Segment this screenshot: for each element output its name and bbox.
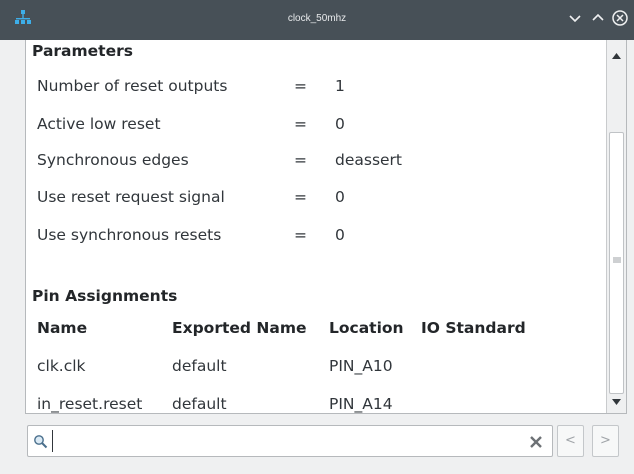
clear-icon[interactable] bbox=[529, 435, 543, 449]
grip-icon bbox=[613, 257, 621, 263]
parameter-name: Use reset request signal bbox=[37, 188, 225, 206]
report-content: Parameters Number of reset outputs = 1 A… bbox=[26, 40, 606, 413]
scrollbar-thumb[interactable] bbox=[609, 132, 624, 394]
previous-match-button[interactable]: < bbox=[557, 425, 584, 457]
column-header-name: Name bbox=[37, 319, 88, 337]
column-header-io-standard: IO Standard bbox=[421, 319, 526, 337]
vertical-scrollbar[interactable] bbox=[606, 40, 626, 413]
parameter-equals: = bbox=[294, 226, 307, 244]
parameter-value: 0 bbox=[335, 226, 345, 244]
parameter-value: deassert bbox=[335, 151, 403, 169]
parameter-value: 1 bbox=[335, 77, 345, 95]
parameter-name: Synchronous edges bbox=[37, 151, 189, 169]
column-header-location: Location bbox=[329, 319, 404, 337]
pin-exported-name: default bbox=[172, 357, 227, 375]
title-bar[interactable]: clock_50mhz bbox=[0, 0, 634, 40]
minimize-chevron-icon[interactable] bbox=[567, 10, 583, 26]
close-icon[interactable] bbox=[612, 10, 628, 26]
pin-name: in_reset.reset bbox=[37, 395, 143, 413]
scroll-down-arrow-icon[interactable] bbox=[609, 394, 624, 410]
pin-name: clk.clk bbox=[37, 357, 86, 375]
pin-exported-name: default bbox=[172, 395, 227, 413]
parameters-heading: Parameters bbox=[32, 42, 133, 60]
search-icon bbox=[34, 435, 48, 449]
parameter-equals: = bbox=[294, 115, 307, 133]
parameter-row: Use reset request signal = 0 bbox=[26, 188, 606, 218]
parameter-value: 0 bbox=[335, 115, 345, 133]
pin-location: PIN_A10 bbox=[329, 357, 393, 375]
search-field[interactable] bbox=[27, 425, 553, 457]
scroll-up-arrow-icon[interactable] bbox=[609, 48, 624, 64]
report-view[interactable]: Parameters Number of reset outputs = 1 A… bbox=[25, 40, 627, 414]
parameter-equals: = bbox=[294, 77, 307, 95]
pin-assignments-heading: Pin Assignments bbox=[32, 287, 178, 305]
parameter-name: Use synchronous resets bbox=[37, 226, 222, 244]
parameter-row: Number of reset outputs = 1 bbox=[26, 77, 606, 107]
parameter-row: Synchronous edges = deassert bbox=[26, 151, 606, 181]
parameter-name: Number of reset outputs bbox=[37, 77, 228, 95]
parameter-equals: = bbox=[294, 188, 307, 206]
window-title: clock_50mhz bbox=[287, 13, 347, 24]
pin-location: PIN_A14 bbox=[329, 395, 393, 413]
search-input[interactable] bbox=[52, 430, 522, 452]
parameter-row: Use synchronous resets = 0 bbox=[26, 226, 606, 256]
parameter-name: Active low reset bbox=[37, 115, 161, 133]
parameter-value: 0 bbox=[335, 188, 345, 206]
parameter-equals: = bbox=[294, 151, 307, 169]
next-match-button[interactable]: > bbox=[592, 425, 619, 457]
column-header-exported-name: Exported Name bbox=[172, 319, 307, 337]
maximize-chevron-icon[interactable] bbox=[590, 10, 606, 26]
parameter-row: Active low reset = 0 bbox=[26, 115, 606, 145]
